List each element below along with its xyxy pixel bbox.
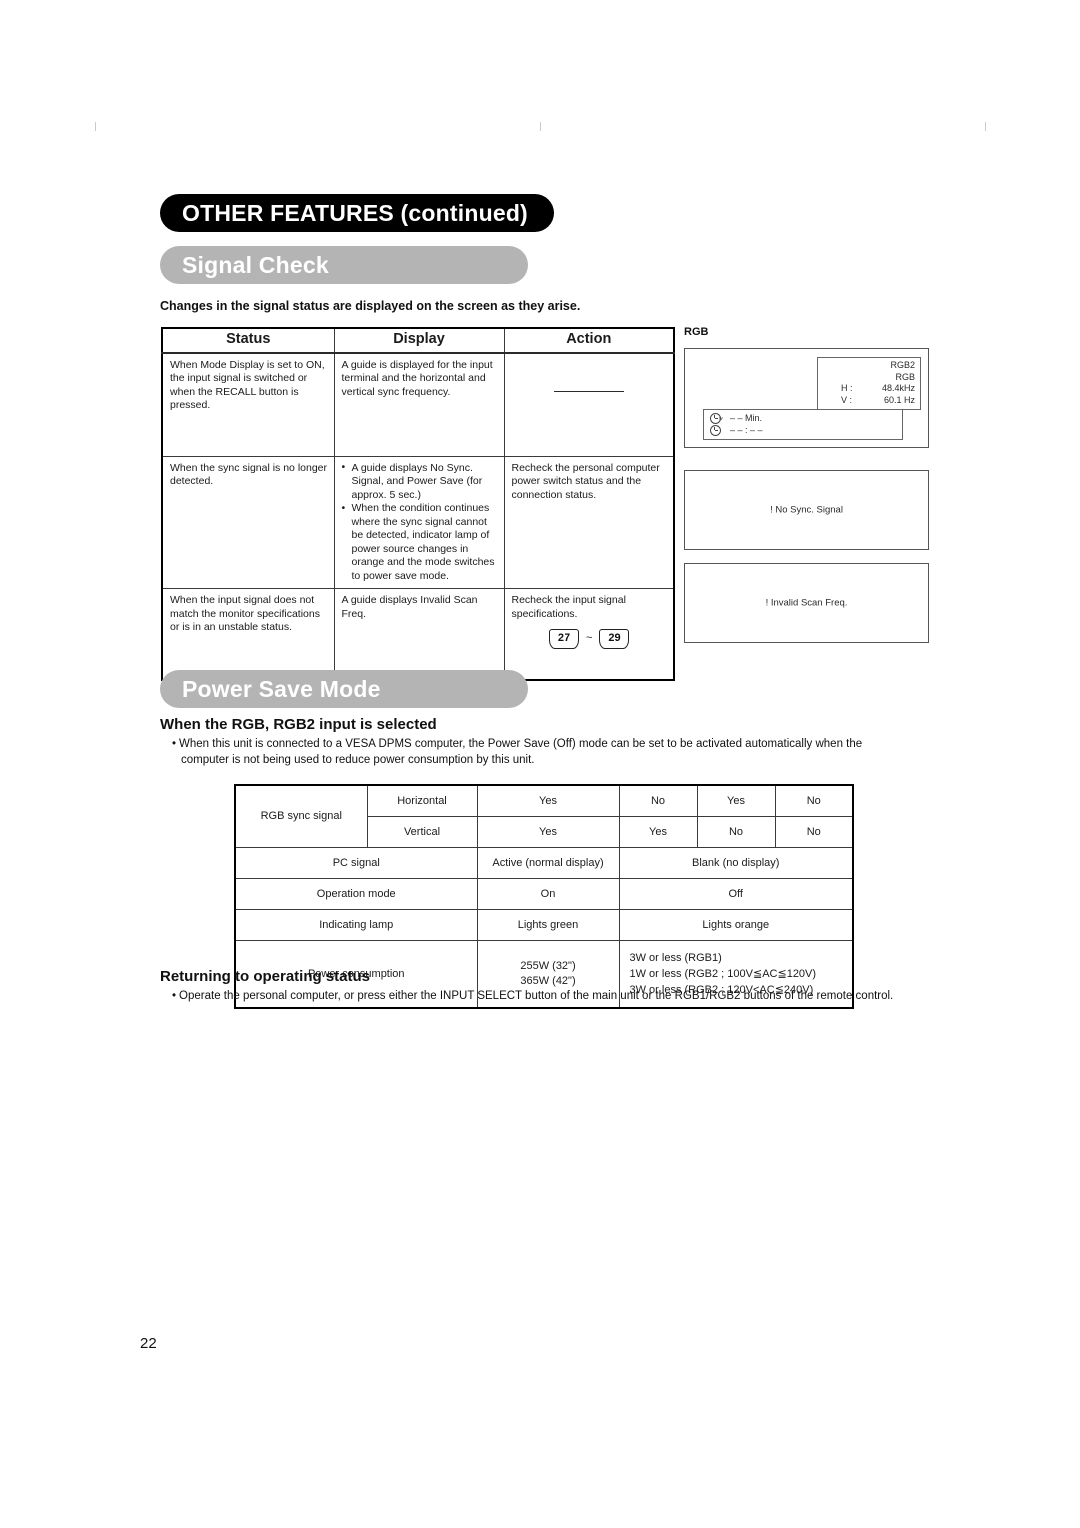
osd-screen-invalid-scan: ! Invalid Scan Freq. <box>684 563 929 643</box>
cell-pc-signal-blank: Blank (no display) <box>618 847 854 879</box>
cell-action-3: Recheck the input signal specifications.… <box>503 588 675 681</box>
cell-action-1 <box>503 352 675 457</box>
osd-screen-mode-display: RGB2 RGB H : 48.4kHz V : 60.1 Hz w – – M… <box>684 348 929 448</box>
cell-horizontal-3: Yes <box>696 784 776 817</box>
osd-h-freq-key: H : <box>841 383 853 393</box>
osd-timer-clock-value: – – : – – <box>730 425 763 435</box>
column-header-display: Display <box>333 327 505 354</box>
power-save-description-line2: computer is not being used to reduce pow… <box>181 754 535 766</box>
cell-rgb-sync-signal-label: RGB sync signal <box>234 784 368 848</box>
power-off-rgb2-low: 1W or less (RGB2 ; 100V≦AC≦120V) <box>629 968 817 980</box>
cell-indicating-lamp-on: Lights green <box>476 909 620 941</box>
page-reference-icon-29[interactable]: 29 <box>599 629 630 649</box>
osd-v-freq-row: V : 60.1 Hz <box>822 395 915 407</box>
osd-group-label: RGB <box>684 326 709 338</box>
osd-timer-row-elapsed: w – – Min. <box>710 412 896 424</box>
cell-pc-signal-label: PC signal <box>234 847 478 879</box>
cell-horizontal-2: No <box>618 784 698 817</box>
section-heading-signal-check: Signal Check <box>160 246 528 284</box>
cell-operation-mode-label: Operation mode <box>234 878 478 910</box>
power-on-32inch: 255W (32") <box>520 960 576 972</box>
power-save-description: • When this unit is connected to a VESA D… <box>172 736 932 768</box>
registration-mark-center <box>540 122 541 131</box>
osd-signal-info-panel: RGB2 RGB H : 48.4kHz V : 60.1 Hz <box>817 357 921 410</box>
osd-timer-panel: w – – Min. – – : – – <box>703 409 903 440</box>
table-row-indicating-lamp: Indicating lamp Lights green Lights oran… <box>234 909 854 941</box>
page-reference-icon-27[interactable]: 27 <box>549 629 580 649</box>
subheading-returning-to-operating-status: Returning to operating status <box>160 968 370 985</box>
power-off-rgb1: 3W or less (RGB1) <box>629 952 722 964</box>
cell-status-3: When the input signal does not match the… <box>161 588 335 681</box>
cell-status-1: When Mode Display is set to ON, the inpu… <box>161 352 335 457</box>
registration-mark-left <box>95 122 96 131</box>
osd-timer-row-clock: – – : – – <box>710 424 896 436</box>
table-row: When the sync signal is no longer detect… <box>161 455 675 589</box>
cell-indicating-lamp-label: Indicating lamp <box>234 909 478 941</box>
osd-message-no-sync: ! No Sync. Signal <box>770 504 843 516</box>
cell-display-2: A guide displays No Sync. Signal, and Po… <box>333 455 505 589</box>
cell-operation-mode-off: Off <box>618 878 854 910</box>
cell-vertical-2: Yes <box>618 816 698 848</box>
cell-horizontal-4: No <box>774 784 854 817</box>
osd-input-rgb: RGB <box>895 371 915 382</box>
cell-operation-mode-on: On <box>476 878 620 910</box>
action-text-3: Recheck the input signal specifications. <box>511 594 626 620</box>
cell-display-1: A guide is displayed for the input termi… <box>333 352 505 457</box>
table-row: When Mode Display is set to ON, the inpu… <box>161 352 675 457</box>
table-row-pc-signal: PC signal Active (normal display) Blank … <box>234 847 854 879</box>
cell-status-2: When the sync signal is no longer detect… <box>161 455 335 589</box>
cell-display-3: A guide displays Invalid Scan Freq. <box>333 588 505 681</box>
bullet-glyph: • <box>172 990 177 1002</box>
signal-check-table: Status Display Action When Mode Display … <box>161 327 675 681</box>
osd-h-freq-value: 48.4kHz <box>881 383 915 393</box>
cell-horizontal-label: Horizontal <box>366 784 478 817</box>
cell-indicating-lamp-off: Lights orange <box>618 909 854 941</box>
registration-mark-right <box>985 122 986 131</box>
cell-horizontal-1: Yes <box>476 784 620 817</box>
cell-pc-signal-active: Active (normal display) <box>476 847 620 879</box>
power-on-42inch: 365W (42") <box>520 975 576 987</box>
signal-check-intro: Changes in the signal status are display… <box>160 299 581 313</box>
column-header-status: Status <box>161 327 335 354</box>
cell-vertical-4: No <box>774 816 854 848</box>
list-item: When the condition continues where the s… <box>342 502 498 583</box>
returning-description-text: Operate the personal computer, or press … <box>179 990 894 1002</box>
table-row: When the input signal does not match the… <box>161 588 675 681</box>
cell-vertical-3: No <box>696 816 776 848</box>
osd-timer-elapsed-value: – – Min. <box>730 413 763 423</box>
osd-v-freq-value: 60.1 Hz <box>883 394 915 405</box>
em-dash-rule <box>554 390 625 392</box>
table-header-row: Status Display Action <box>161 327 675 354</box>
osd-input-rgb2: RGB2 <box>890 360 915 370</box>
page-number: 22 <box>140 1335 157 1352</box>
clock-icon <box>710 424 721 436</box>
page-reference-group: 27 ~ 29 <box>512 629 668 649</box>
cell-action-2: Recheck the personal computer power swit… <box>503 455 675 589</box>
chapter-title: OTHER FEATURES (continued) <box>160 194 554 232</box>
table-row-operation-mode: Operation mode On Off <box>234 878 854 910</box>
osd-screen-no-sync: ! No Sync. Signal <box>684 470 929 550</box>
osd-v-freq-key: V : <box>841 394 853 405</box>
page-reference-tilde: ~ <box>586 632 593 645</box>
clock-w-icon: w <box>710 412 723 424</box>
table-row-horizontal: RGB sync signal Horizontal Yes No Yes No <box>234 784 854 848</box>
subheading-rgb-input-selected: When the RGB, RGB2 input is selected <box>160 716 437 733</box>
osd-h-freq-row: H : 48.4kHz <box>822 383 915 395</box>
power-save-description-line1: When this unit is connected to a VESA DP… <box>179 738 863 750</box>
cell-vertical-1: Yes <box>476 816 620 848</box>
list-item: A guide displays No Sync. Signal, and Po… <box>342 461 498 503</box>
section-heading-power-save: Power Save Mode <box>160 670 528 708</box>
bullet-glyph: • <box>172 738 177 750</box>
document-page: OTHER FEATURES (continued) Signal Check … <box>0 0 1080 1528</box>
column-header-action: Action <box>503 327 675 354</box>
display-bullet-list: A guide displays No Sync. Signal, and Po… <box>342 461 498 584</box>
cell-vertical-label: Vertical <box>366 816 478 848</box>
osd-message-invalid-scan: ! Invalid Scan Freq. <box>765 597 848 609</box>
returning-description: • Operate the personal computer, or press… <box>172 988 962 1004</box>
